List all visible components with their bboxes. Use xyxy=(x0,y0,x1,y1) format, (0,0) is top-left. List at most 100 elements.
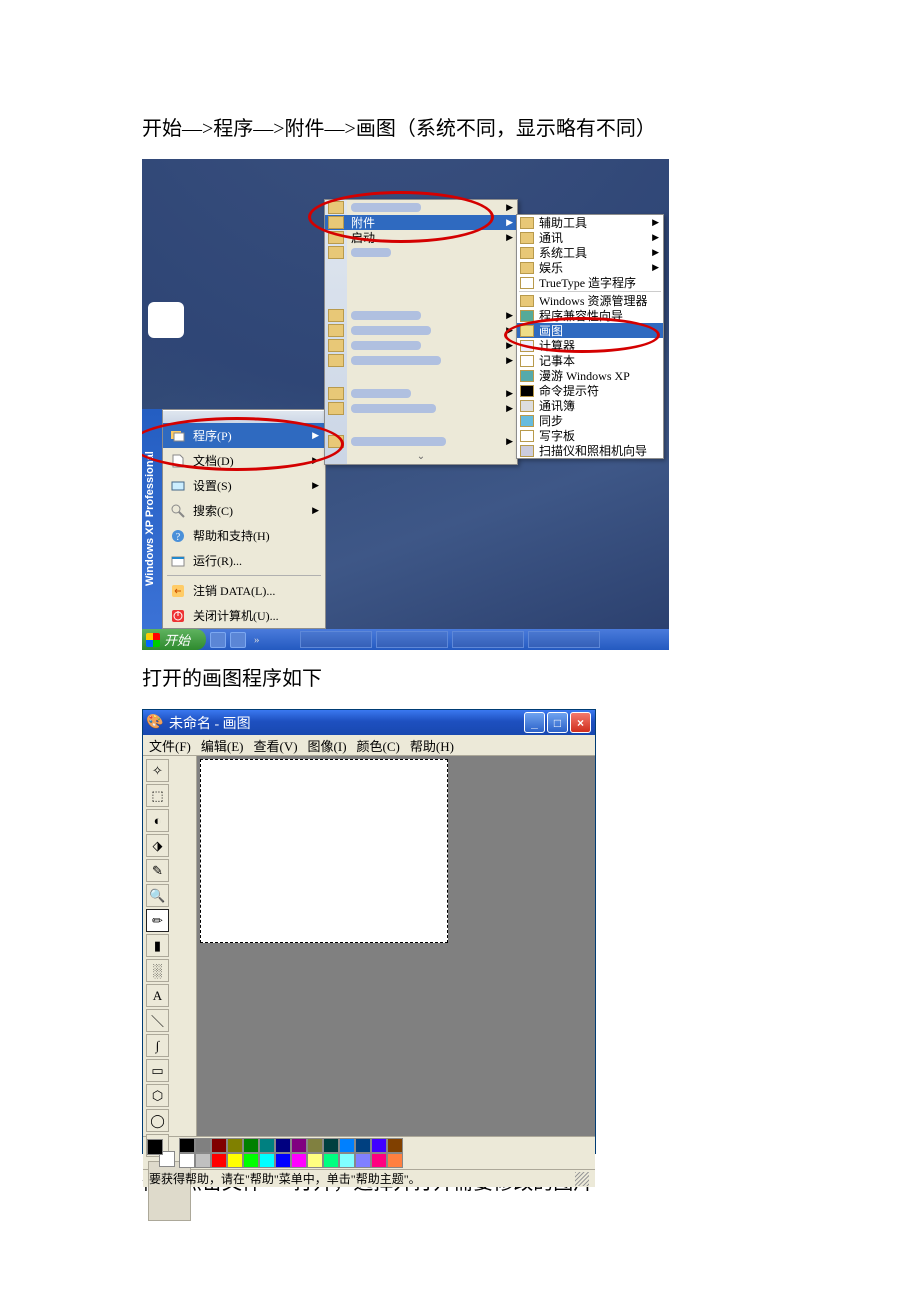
start-settings[interactable]: 设置(S) ▶ xyxy=(163,473,325,498)
desktop-icon[interactable] xyxy=(148,302,184,338)
acc-communications[interactable]: 通讯▶ xyxy=(517,230,663,245)
acc-access-tools[interactable]: 辅助工具▶ xyxy=(517,215,663,230)
quicklaunch-chevron-icon[interactable]: » xyxy=(254,634,260,646)
menu-edit[interactable]: 编辑(E) xyxy=(201,736,244,755)
program-item-blurred[interactable]: ▶ xyxy=(325,401,517,416)
palette-color[interactable] xyxy=(371,1153,387,1168)
fgbg-swatch[interactable] xyxy=(147,1139,175,1167)
palette-color[interactable] xyxy=(259,1153,275,1168)
minimize-button[interactable]: _ xyxy=(524,712,545,733)
program-item-blurred[interactable]: ▶ xyxy=(325,386,517,401)
tool-rect-select[interactable]: ⬚ xyxy=(146,784,169,807)
acc-paint[interactable]: 画图 xyxy=(517,323,663,338)
tool-brush[interactable]: ▮ xyxy=(146,934,169,957)
acc-wordpad[interactable]: 写字板 xyxy=(517,428,663,443)
taskbar-task[interactable] xyxy=(300,631,372,648)
taskbar-task[interactable] xyxy=(528,631,600,648)
tool-zoom[interactable]: 🔍 xyxy=(146,884,169,907)
start-documents[interactable]: 文档(D) ▶ xyxy=(163,448,325,473)
palette-color[interactable] xyxy=(211,1153,227,1168)
resize-grip-icon[interactable] xyxy=(575,1172,589,1186)
acc-sync[interactable]: 同步 xyxy=(517,413,663,428)
program-startup[interactable]: 启动▶ xyxy=(325,230,517,245)
menu-image[interactable]: 图像(I) xyxy=(308,736,347,755)
start-logoff[interactable]: 注销 DATA(L)... xyxy=(163,578,325,603)
palette-color[interactable] xyxy=(227,1138,243,1153)
palette-color[interactable] xyxy=(307,1138,323,1153)
canvas-area[interactable] xyxy=(197,756,595,1136)
palette-color[interactable] xyxy=(243,1153,259,1168)
taskbar-task[interactable] xyxy=(452,631,524,648)
tool-line[interactable]: ＼ xyxy=(146,1009,169,1032)
tool-pencil[interactable]: ✏ xyxy=(146,909,169,932)
palette-color[interactable] xyxy=(387,1138,403,1153)
quicklaunch-desktop-icon[interactable] xyxy=(230,632,246,648)
acc-calc[interactable]: 计算器 xyxy=(517,338,663,353)
palette-color[interactable] xyxy=(227,1153,243,1168)
close-button[interactable]: × xyxy=(570,712,591,733)
palette-color[interactable] xyxy=(355,1153,371,1168)
palette-color[interactable] xyxy=(195,1138,211,1153)
program-accessories[interactable]: 附件▶ xyxy=(325,215,517,230)
palette-color[interactable] xyxy=(275,1138,291,1153)
palette-color[interactable] xyxy=(179,1138,195,1153)
palette-color[interactable] xyxy=(211,1138,227,1153)
palette-color[interactable] xyxy=(371,1138,387,1153)
program-item-blurred[interactable] xyxy=(325,245,517,260)
acc-truetype[interactable]: TrueType 造字程序 xyxy=(517,275,663,290)
menu-colors[interactable]: 颜色(C) xyxy=(357,736,400,755)
start-programs[interactable]: 程序(P) ▶ xyxy=(163,423,325,448)
acc-entertainment[interactable]: 娱乐▶ xyxy=(517,260,663,275)
tool-spray[interactable]: ░ xyxy=(146,959,169,982)
acc-explorer[interactable]: Windows 资源管理器 xyxy=(517,293,663,308)
start-run[interactable]: 运行(R)... xyxy=(163,548,325,573)
palette-color[interactable] xyxy=(307,1153,323,1168)
acc-addressbook[interactable]: 通讯簿 xyxy=(517,398,663,413)
menu-view[interactable]: 查看(V) xyxy=(254,736,298,755)
palette-color[interactable] xyxy=(323,1153,339,1168)
menu-file[interactable]: 文件(F) xyxy=(149,736,191,755)
acc-tour[interactable]: 漫游 Windows XP xyxy=(517,368,663,383)
palette-color[interactable] xyxy=(355,1138,371,1153)
tool-eyedrop[interactable]: ✎ xyxy=(146,859,169,882)
acc-system-tools[interactable]: 系统工具▶ xyxy=(517,245,663,260)
quicklaunch-ie-icon[interactable] xyxy=(210,632,226,648)
program-item-blurred[interactable]: ▶ xyxy=(325,353,517,368)
palette-color[interactable] xyxy=(323,1138,339,1153)
palette-color[interactable] xyxy=(387,1153,403,1168)
acc-notepad[interactable]: 记事本 xyxy=(517,353,663,368)
tool-freeform-select[interactable]: ✧ xyxy=(146,759,169,782)
taskbar-task[interactable] xyxy=(376,631,448,648)
palette-color[interactable] xyxy=(179,1153,195,1168)
palette-color[interactable] xyxy=(275,1153,291,1168)
maximize-button[interactable]: □ xyxy=(547,712,568,733)
acc-cmd[interactable]: 命令提示符 xyxy=(517,383,663,398)
acc-compat-wizard[interactable]: 程序兼容性向导 xyxy=(517,308,663,323)
tool-curve[interactable]: ∫ xyxy=(146,1034,169,1057)
tool-eraser[interactable]: ◐ xyxy=(146,809,169,832)
menu-more-chevron[interactable]: ⌄ xyxy=(325,449,517,464)
menu-help[interactable]: 帮助(H) xyxy=(410,736,454,755)
tool-rect[interactable]: ▭ xyxy=(146,1059,169,1082)
palette-color[interactable] xyxy=(195,1153,211,1168)
palette-color[interactable] xyxy=(259,1138,275,1153)
palette-color[interactable] xyxy=(339,1138,355,1153)
acc-scanner-wizard[interactable]: 扫描仪和照相机向导 xyxy=(517,443,663,458)
tool-text[interactable]: A xyxy=(146,984,169,1007)
canvas[interactable] xyxy=(200,759,448,943)
tool-ellipse[interactable]: ◯ xyxy=(146,1109,169,1132)
program-item-blurred[interactable]: ▶ xyxy=(325,200,517,215)
palette-color[interactable] xyxy=(291,1138,307,1153)
start-button[interactable]: 开始 xyxy=(142,629,206,650)
program-item-blurred[interactable]: ▶ xyxy=(325,323,517,338)
tool-polygon[interactable]: ⬡ xyxy=(146,1084,169,1107)
palette-color[interactable] xyxy=(243,1138,259,1153)
program-item-blurred[interactable]: ▶ xyxy=(325,338,517,353)
start-help[interactable]: ? 帮助和支持(H) xyxy=(163,523,325,548)
start-shutdown[interactable]: 关闭计算机(U)... xyxy=(163,603,325,628)
program-item-blurred[interactable]: ▶ xyxy=(325,434,517,449)
program-item-blurred[interactable]: ▶ xyxy=(325,308,517,323)
palette-color[interactable] xyxy=(291,1153,307,1168)
start-search[interactable]: 搜索(C) ▶ xyxy=(163,498,325,523)
palette-color[interactable] xyxy=(339,1153,355,1168)
